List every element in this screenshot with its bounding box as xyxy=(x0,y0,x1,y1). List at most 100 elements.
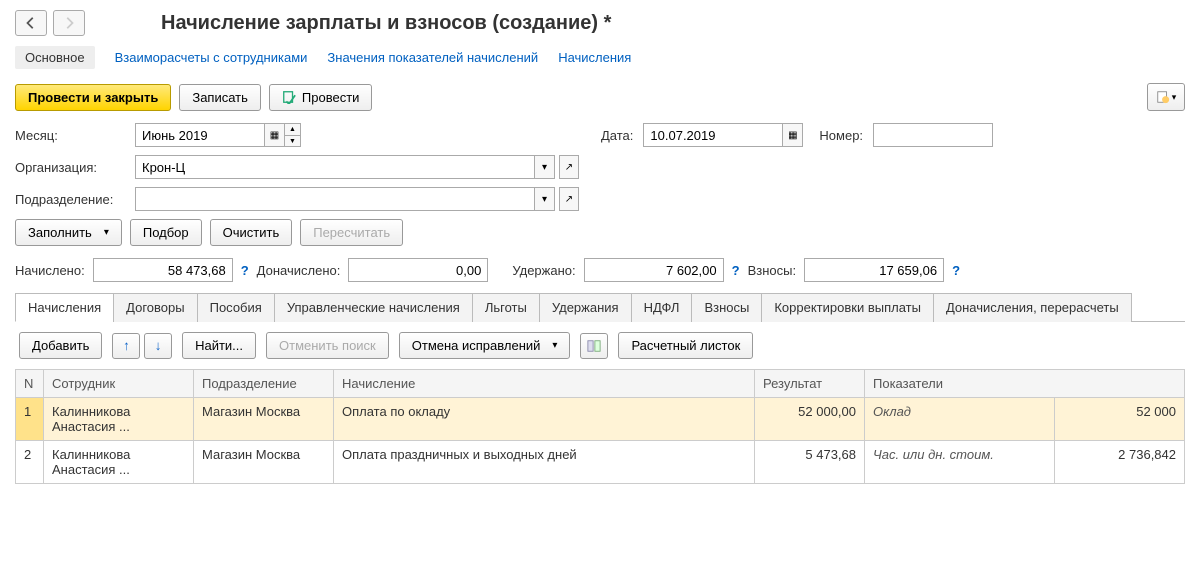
tab-settlements[interactable]: Взаиморасчеты с сотрудниками xyxy=(115,50,308,65)
dtab-deductions[interactable]: Удержания xyxy=(539,293,632,322)
dtab-extra[interactable]: Доначисления, перерасчеты xyxy=(933,293,1132,322)
dtab-mgmt[interactable]: Управленческие начисления xyxy=(274,293,473,322)
org-input[interactable] xyxy=(135,155,535,179)
dept-input[interactable] xyxy=(135,187,535,211)
more-actions-button[interactable]: ▾ xyxy=(1147,83,1185,111)
cell-n: 2 xyxy=(16,441,44,484)
cell-ind-val: 52 000 xyxy=(1055,398,1185,441)
dept-open-button[interactable]: ↗ xyxy=(559,187,579,211)
col-employee[interactable]: Сотрудник xyxy=(44,370,194,398)
forward-button[interactable] xyxy=(53,10,85,36)
cell-accrual: Оплата праздничных и выходных дней xyxy=(334,441,755,484)
cell-ind-val: 2 736,842 xyxy=(1055,441,1185,484)
withheld-label: Удержано: xyxy=(512,263,575,278)
find-button[interactable]: Найти... xyxy=(182,332,256,359)
dept-dropdown-button[interactable]: ▾ xyxy=(535,187,555,211)
dtab-exemptions[interactable]: Льготы xyxy=(472,293,540,322)
contrib-label: Взносы: xyxy=(748,263,797,278)
clear-button[interactable]: Очистить xyxy=(210,219,293,246)
fill-button[interactable]: Заполнить xyxy=(15,219,122,246)
payslip-button[interactable]: Расчетный листок xyxy=(618,332,753,359)
dtab-ndfl[interactable]: НДФЛ xyxy=(631,293,693,322)
cancel-search-button[interactable]: Отменить поиск xyxy=(266,332,389,359)
save-button[interactable]: Записать xyxy=(179,84,261,111)
number-label: Номер: xyxy=(819,128,863,143)
month-down-button[interactable]: ▼ xyxy=(285,135,301,147)
accrued-value[interactable] xyxy=(93,258,233,282)
cell-n: 1 xyxy=(16,398,44,441)
cell-ind-name: Час. или дн. стоим. xyxy=(865,441,1055,484)
date-calendar-button[interactable]: ▦ xyxy=(783,123,803,147)
arrow-left-icon xyxy=(24,16,38,30)
dtab-contracts[interactable]: Договоры xyxy=(113,293,197,322)
tab-main[interactable]: Основное xyxy=(15,46,95,69)
dtab-accruals[interactable]: Начисления xyxy=(15,293,114,322)
accruals-table: N Сотрудник Подразделение Начисление Рез… xyxy=(15,369,1185,484)
accrued-label: Начислено: xyxy=(15,263,85,278)
table-row[interactable]: 2 Калинникова Анастасия ... Магазин Моск… xyxy=(16,441,1185,484)
cell-ind-name: Оклад xyxy=(865,398,1055,441)
post-icon xyxy=(282,90,296,104)
open-icon: ↗ xyxy=(565,162,573,173)
arrow-up-icon: ↑ xyxy=(123,338,130,353)
back-button[interactable] xyxy=(15,10,47,36)
tab-indicators[interactable]: Значения показателей начислений xyxy=(327,50,538,65)
page-title: Начисление зарплаты и взносов (создание)… xyxy=(161,12,611,35)
cell-dept: Магазин Москва xyxy=(194,441,334,484)
contrib-value[interactable] xyxy=(804,258,944,282)
table-row[interactable]: 1 Калинникова Анастасия ... Магазин Моск… xyxy=(16,398,1185,441)
extra-accrued-value[interactable] xyxy=(348,258,488,282)
dtab-benefits[interactable]: Пособия xyxy=(197,293,275,322)
tab-accruals[interactable]: Начисления xyxy=(558,50,631,65)
date-input[interactable] xyxy=(643,123,783,147)
add-button[interactable]: Добавить xyxy=(19,332,102,359)
date-label: Дата: xyxy=(601,128,633,143)
view-mode-button[interactable] xyxy=(580,333,608,359)
report-icon xyxy=(1156,90,1170,104)
recalc-button[interactable]: Пересчитать xyxy=(300,219,403,246)
contrib-help[interactable]: ? xyxy=(952,263,960,278)
col-result[interactable]: Результат xyxy=(755,370,865,398)
select-button[interactable]: Подбор xyxy=(130,219,202,246)
arrow-right-icon xyxy=(62,16,76,30)
move-up-button[interactable]: ↑ xyxy=(112,333,140,359)
chevron-down-icon: ▾ xyxy=(542,162,547,173)
post-button[interactable]: Провести xyxy=(269,84,373,111)
withheld-value[interactable] xyxy=(584,258,724,282)
org-label: Организация: xyxy=(15,160,125,175)
columns-icon xyxy=(587,339,601,353)
cell-result: 5 473,68 xyxy=(755,441,865,484)
month-up-button[interactable]: ▲ xyxy=(285,123,301,135)
month-input[interactable] xyxy=(135,123,265,147)
withheld-help[interactable]: ? xyxy=(732,263,740,278)
table-header: N Сотрудник Подразделение Начисление Рез… xyxy=(16,370,1185,398)
month-label: Месяц: xyxy=(15,128,125,143)
col-dept[interactable]: Подразделение xyxy=(194,370,334,398)
month-calendar-button[interactable]: ▦ xyxy=(265,123,285,147)
extra-accrued-label: Доначислено: xyxy=(257,263,341,278)
dtab-corrections[interactable]: Корректировки выплаты xyxy=(761,293,934,322)
move-down-button[interactable]: ↓ xyxy=(144,333,172,359)
calendar-icon: ▦ xyxy=(270,130,279,141)
org-open-button[interactable]: ↗ xyxy=(559,155,579,179)
org-dropdown-button[interactable]: ▾ xyxy=(535,155,555,179)
chevron-down-icon: ▾ xyxy=(542,194,547,205)
cell-employee: Калинникова Анастасия ... xyxy=(44,441,194,484)
col-n[interactable]: N xyxy=(16,370,44,398)
col-indicators[interactable]: Показатели xyxy=(865,370,1185,398)
calendar-icon: ▦ xyxy=(788,130,797,141)
arrow-down-icon: ↓ xyxy=(155,338,162,353)
cell-dept: Магазин Москва xyxy=(194,398,334,441)
chevron-down-icon: ▾ xyxy=(1172,92,1177,103)
accrued-help[interactable]: ? xyxy=(241,263,249,278)
open-icon: ↗ xyxy=(565,194,573,205)
dtab-contributions[interactable]: Взносы xyxy=(691,293,762,322)
post-close-button[interactable]: Провести и закрыть xyxy=(15,84,171,111)
cell-employee: Калинникова Анастасия ... xyxy=(44,398,194,441)
cell-accrual: Оплата по окладу xyxy=(334,398,755,441)
cell-result: 52 000,00 xyxy=(755,398,865,441)
cancel-correction-button[interactable]: Отмена исправлений xyxy=(399,332,571,359)
col-accrual[interactable]: Начисление xyxy=(334,370,755,398)
post-label: Провести xyxy=(302,90,360,105)
number-input[interactable] xyxy=(873,123,993,147)
